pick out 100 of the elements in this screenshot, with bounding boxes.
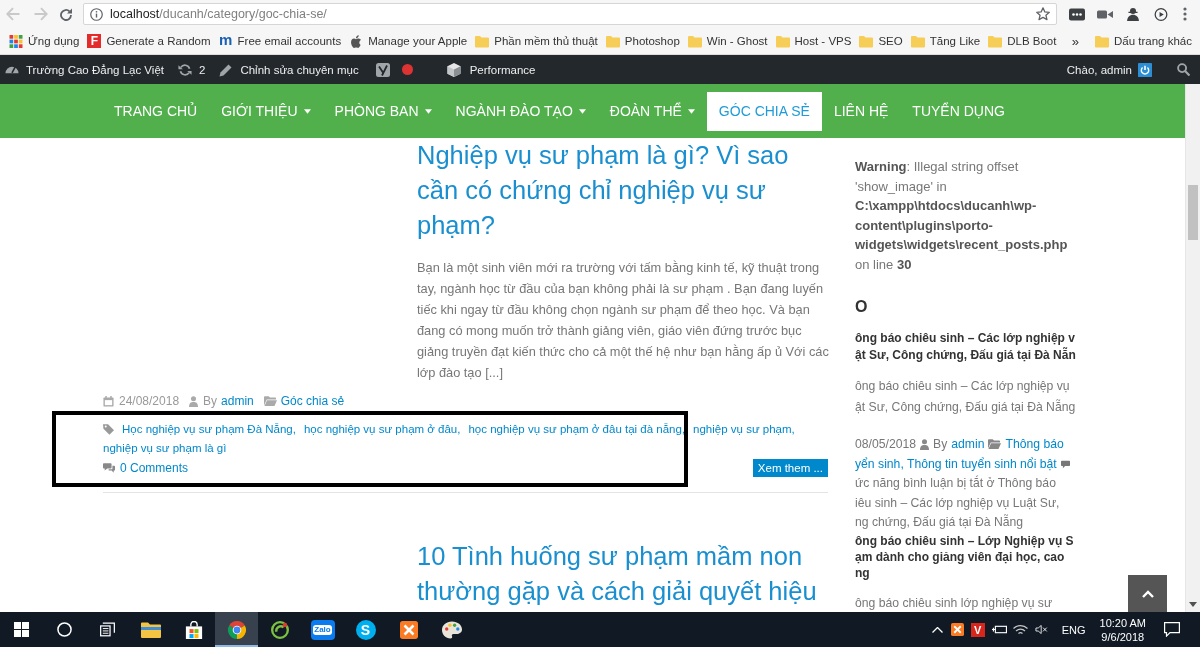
folder-icon: [605, 34, 620, 48]
comment-icon: [1060, 458, 1070, 470]
url-text: localhost/ducanh/category/goc-chia-se/: [110, 7, 327, 21]
scroll-down-arrow-icon[interactable]: [1189, 602, 1197, 607]
refresh-icon: [178, 62, 192, 77]
folder-icon: [859, 34, 874, 48]
tag-link[interactable]: nghiệp vụ sư phạm là gì: [103, 439, 227, 458]
shopping-bag-icon: [183, 620, 204, 639]
menu-item[interactable]: PHÒNG BAN: [322, 91, 444, 131]
recent-post-excerpt: ông báo chiêu sinh lớp nghiệp vụ sư: [855, 594, 1053, 612]
folder-icon: [910, 34, 925, 48]
scroll-to-top-button[interactable]: [1128, 575, 1167, 612]
calendar-icon: [103, 395, 114, 407]
bookmark-item[interactable]: Host - VPS: [771, 30, 856, 52]
tag-link[interactable]: học nghiệp vụ sư phạm ở đâu,: [303, 420, 461, 439]
palette-icon: [441, 620, 462, 639]
taskbar-button[interactable]: S: [344, 612, 387, 647]
byline-label: By: [203, 394, 218, 408]
star-icon[interactable]: [1036, 7, 1050, 21]
admin-bar-item[interactable]: Chào, admin: [1059, 55, 1159, 84]
menu-item[interactable]: GIỚI THIỆU: [209, 91, 323, 131]
person-icon[interactable]: [1125, 7, 1141, 21]
category-link[interactable]: Góc chia sẻ: [280, 394, 345, 408]
bookmark-item[interactable]: Dấu trang khác: [1091, 30, 1196, 52]
menu-item[interactable]: TRANG CHỦ: [102, 91, 210, 131]
bookmark-item[interactable]: Tăng Like: [906, 30, 985, 52]
read-more-button[interactable]: Xem them ...: [752, 458, 828, 477]
bookmark-item[interactable]: Phần mềm thủ thuật: [471, 30, 602, 52]
folder-icon: [140, 620, 161, 639]
search-icon[interactable]: [1177, 63, 1190, 76]
bookmark-item[interactable]: DLB Boot: [984, 30, 1061, 52]
clock-date[interactable]: 9/6/2018: [1101, 629, 1145, 644]
post-title[interactable]: 10 Tình huống sư phạm mầm non thường gặp và cách giải quyết hiệu: [417, 539, 829, 609]
bookmark-item[interactable]: Ứng dụng: [5, 30, 84, 52]
favicon: F: [87, 34, 102, 48]
menu-item[interactable]: NGÀNH ĐÀO TẠO: [443, 91, 598, 131]
php-warning-text: Warning: Illegal string offset 'show_image' in C:\xampp\htdocs\ducanh\wp-content\plugins\porto-widgets\widgets\recent_posts.php on line 30: [855, 158, 1069, 274]
menu-item[interactable]: LIÊN HỆ: [821, 91, 901, 131]
scrollbar-thumb[interactable]: [1188, 185, 1198, 240]
bookmark-item[interactable]: m Free email accounts: [214, 30, 346, 52]
reload-icon[interactable]: [60, 7, 73, 21]
scrollbar[interactable]: [1185, 84, 1200, 612]
category-link[interactable]: Thông báo: [1005, 437, 1064, 451]
bookmark-item[interactable]: Photoshop: [601, 30, 684, 52]
app-logo-text: Zalo: [313, 624, 332, 635]
notification-icon[interactable]: [1164, 622, 1180, 637]
post-title[interactable]: Nghiệp vụ sư phạm là gì? Vì sao cần có chứng chỉ nghiệp vụ sư phạm?: [417, 138, 829, 243]
recent-post-title[interactable]: ông báo chiêu sinh – Lớp Nghiệp vụ S ạm dành cho giảng viên đại học, cao ng: [855, 532, 1074, 581]
four-squares-icon: [14, 622, 29, 637]
bookmarks-overflow-button[interactable]: »: [1067, 30, 1083, 52]
circle-icon: [57, 622, 72, 637]
menu-item[interactable]: ĐOÀN THỂ: [597, 91, 707, 131]
tag-link[interactable]: học nghiệp vụ sư phạm ở đâu tại đà nẵng,: [468, 420, 686, 439]
speaker-icon[interactable]: [1033, 625, 1049, 634]
dots-tile-icon[interactable]: [1069, 7, 1085, 21]
tag-link[interactable]: Học nghiệp vụ sư phạm Đà Nẵng,: [122, 420, 296, 439]
folder-icon: [775, 34, 790, 48]
author-link[interactable]: admin: [221, 394, 254, 408]
admin-bar-item[interactable]: Trường Cao Đẳng Lạc Việt: [0, 55, 171, 84]
bookmark-item[interactable]: Manage your Apple: [345, 30, 472, 52]
bookmark-item[interactable]: Win - Ghost: [683, 30, 772, 52]
favicon: m: [218, 34, 233, 48]
wifi-icon[interactable]: [1012, 625, 1028, 634]
recent-post-excerpt: ông báo chiêu sinh – Các lớp nghiệp vụ ật Sư, Công chứng, Đấu giá tại Đà Nẵng: [855, 378, 1076, 416]
menu-icon[interactable]: [1183, 7, 1187, 21]
taskbar-button[interactable]: Zalo: [301, 612, 344, 647]
colored-ring-icon: [226, 620, 247, 639]
address-field[interactable]: localhost/ducanh/category/goc-chia-se/: [83, 3, 1057, 25]
app-logo-letter: S: [355, 619, 376, 640]
comments-link[interactable]: 0 Comments: [120, 460, 189, 475]
bookmark-item[interactable]: F Generate a Random: [83, 30, 215, 52]
language-indicator[interactable]: ENG: [1061, 623, 1086, 636]
folder-icon: [988, 439, 1002, 449]
app-logo-letter[interactable]: V: [970, 622, 985, 637]
logo-icon: [375, 62, 390, 77]
user-icon: [189, 395, 199, 407]
chevron-up-icon: [1141, 589, 1154, 598]
menu-item[interactable]: GÓC CHIA SẺ: [706, 91, 822, 131]
recent-post-title[interactable]: ông báo chiêu sinh – Các lớp nghiệp v ật Sư, Công chứng, Đấu giá tại Đà Nẵn: [855, 330, 1076, 364]
comments-icon: [103, 462, 115, 473]
folder-icon: [687, 34, 702, 48]
clock-time[interactable]: 10:20 AM: [1099, 615, 1146, 630]
tag-link[interactable]: nghiệp vụ sư phạm,: [693, 420, 795, 439]
battery-icon[interactable]: [991, 625, 1007, 634]
play-circle-icon[interactable]: [1153, 7, 1169, 21]
cube-icon: [446, 62, 461, 77]
chevron-up-icon[interactable]: [931, 626, 943, 633]
apps-grid-icon: [9, 34, 23, 48]
admin-bar-item[interactable]: 2: [171, 55, 213, 84]
crossed-tile-icon[interactable]: [950, 623, 964, 636]
admin-bar-item[interactable]: Performance: [439, 55, 543, 84]
author-link[interactable]: admin: [951, 437, 985, 451]
admin-bar-item[interactable]: Chỉnh sửa chuyên mục: [212, 55, 366, 84]
folder-icon: [1095, 34, 1109, 48]
post-excerpt: Bạn là một sinh viên mới ra trường với tấm bằng kinh tế, kỹ thuật trong tay, ngành học từ đầu của bạn không phải là sư phạm . Bạn đang luyến tiếc khi ngay từ đầu không chọn ngành sư phạm để theo học. Và bạn đang có mong muốn trở thành giảng viên, giáo viên đứng trước bục giảng truyền đạt kiến thức cho cả một thế hệ như bạn hằng ấp ủ Với các lớp đào tạo [...]: [417, 259, 829, 382]
category-link[interactable]: yển sinh, Thông tin tuyển sinh nổi bật: [855, 457, 1057, 471]
menu-item[interactable]: TUYỂN DỤNG: [900, 91, 1017, 131]
comments-closed-text: ức năng bình luận bị tắt ở Thông báo iêu sinh – Các lớp nghiệp vụ Luật Sư, ng chứng, Đấu giá tại Đà Nẵng: [855, 474, 1060, 531]
bookmark-item[interactable]: SEO: [855, 30, 907, 52]
info-icon[interactable]: [90, 7, 103, 21]
